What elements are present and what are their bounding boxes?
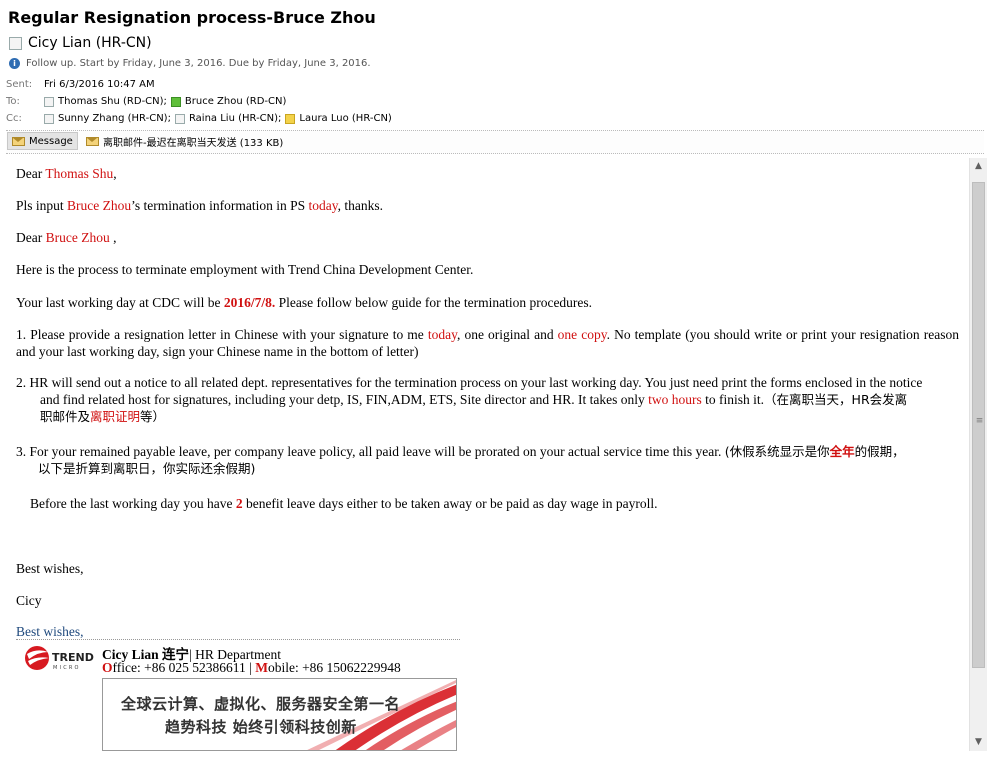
signature-best-wishes: Best wishes,	[16, 624, 84, 639]
body-leave-balance: Before the last working day you have 2 b…	[30, 496, 658, 511]
signature-banner: 全球云计算、虚拟化、服务器安全第一名 趋势科技 始终引领科技创新	[102, 678, 457, 751]
presence-icon	[44, 113, 54, 124]
vertical-scrollbar[interactable]: ▲ ≡ ▼	[969, 158, 987, 751]
attachment-file[interactable]: 离职邮件-最迟在离职当天发送 (133 KB)	[86, 134, 283, 149]
signature-phone: Office: +86 025 52386611 | Mobile: +86 1…	[102, 660, 401, 675]
presence-icon	[9, 36, 22, 50]
body-paragraph-4: Here is the process to terminate employm…	[16, 262, 474, 277]
cc-label: Cc:	[6, 113, 22, 124]
body-greeting-1: Dear Thomas Shu,	[16, 166, 117, 181]
cc-row: Cc: Sunny Zhang (HR-CN); Raina Liu (HR-C…	[6, 113, 396, 124]
sender-name: Cicy Lian (HR-CN)	[28, 35, 152, 51]
recipient-sunny-zhang[interactable]: Sunny Zhang (HR-CN);	[44, 113, 171, 124]
banner-swoosh	[307, 679, 456, 750]
attachment-bar: Message 离职邮件-最迟在离职当天发送 (133 KB)	[6, 130, 984, 154]
logo-sub: MICRO	[53, 665, 81, 671]
recipient-thomas-shu[interactable]: Thomas Shu (RD-CN);	[44, 96, 167, 107]
presence-away-icon	[285, 113, 296, 124]
recipient-bruce-zhou[interactable]: Bruce Zhou (RD-CN)	[170, 96, 286, 107]
info-icon: i	[9, 58, 20, 69]
trend-micro-logo: TREND MICRO	[22, 642, 100, 672]
presence-online-icon	[170, 96, 181, 107]
sent-label: Sent:	[6, 79, 33, 90]
message-tab[interactable]: Message	[7, 132, 78, 150]
body-paragraph-2: Pls input Bruce Zhou’s termination infor…	[16, 198, 383, 213]
body-step-3-line-1: 3. For your remained payable leave, per …	[16, 444, 905, 459]
logo-word: TREND	[52, 651, 94, 664]
scroll-thumb[interactable]: ≡	[972, 182, 985, 668]
recipient-raina-liu[interactable]: Raina Liu (HR-CN);	[174, 113, 281, 124]
signature-divider	[16, 639, 460, 640]
envelope-icon	[86, 137, 99, 146]
sent-row: Sent: Fri 6/3/2016 10:47 AM	[6, 79, 155, 90]
body-step-3-line-2: 以下是折算到离职日，你实际还余假期)	[38, 461, 256, 476]
to-row: To: Thomas Shu (RD-CN); Bruce Zhou (RD-C…	[6, 96, 290, 107]
scroll-up-arrow-icon[interactable]: ▲	[970, 158, 987, 175]
envelope-icon	[12, 136, 25, 146]
presence-icon	[44, 96, 54, 107]
body-sign-name: Cicy	[16, 593, 42, 608]
sent-value: Fri 6/3/2016 10:47 AM	[44, 79, 155, 90]
body-closing: Best wishes,	[16, 561, 84, 576]
presence-icon	[174, 113, 185, 124]
body-step-2-line-2: and find related host for signatures, in…	[40, 392, 908, 407]
body-greeting-2: Dear Bruce Zhou ,	[16, 230, 117, 245]
body-step-2-line-1: 2. HR will send out a notice to all rela…	[16, 375, 923, 390]
followup-text: Follow up. Start by Friday, June 3, 2016…	[26, 58, 371, 69]
body-paragraph-5: Your last working day at CDC will be 201…	[16, 295, 593, 310]
scroll-down-arrow-icon[interactable]: ▼	[970, 734, 987, 751]
grip-icon: ≡	[975, 416, 984, 426]
banner-line-2: 趋势科技 始终引领科技创新	[165, 718, 357, 736]
sender[interactable]: Cicy Lian (HR-CN)	[9, 35, 152, 51]
banner-line-1: 全球云计算、虚拟化、服务器安全第一名	[121, 695, 401, 713]
body-step-1: 1. Please provide a resignation letter i…	[16, 327, 959, 359]
recipient-laura-luo[interactable]: Laura Luo (HR-CN)	[285, 113, 392, 124]
body-step-2-line-3: 职邮件及离职证明等）	[40, 409, 166, 424]
to-label: To:	[6, 96, 20, 107]
email-subject: Regular Resignation process-Bruce Zhou	[8, 8, 376, 27]
followup-flag: i Follow up. Start by Friday, June 3, 20…	[9, 58, 371, 69]
